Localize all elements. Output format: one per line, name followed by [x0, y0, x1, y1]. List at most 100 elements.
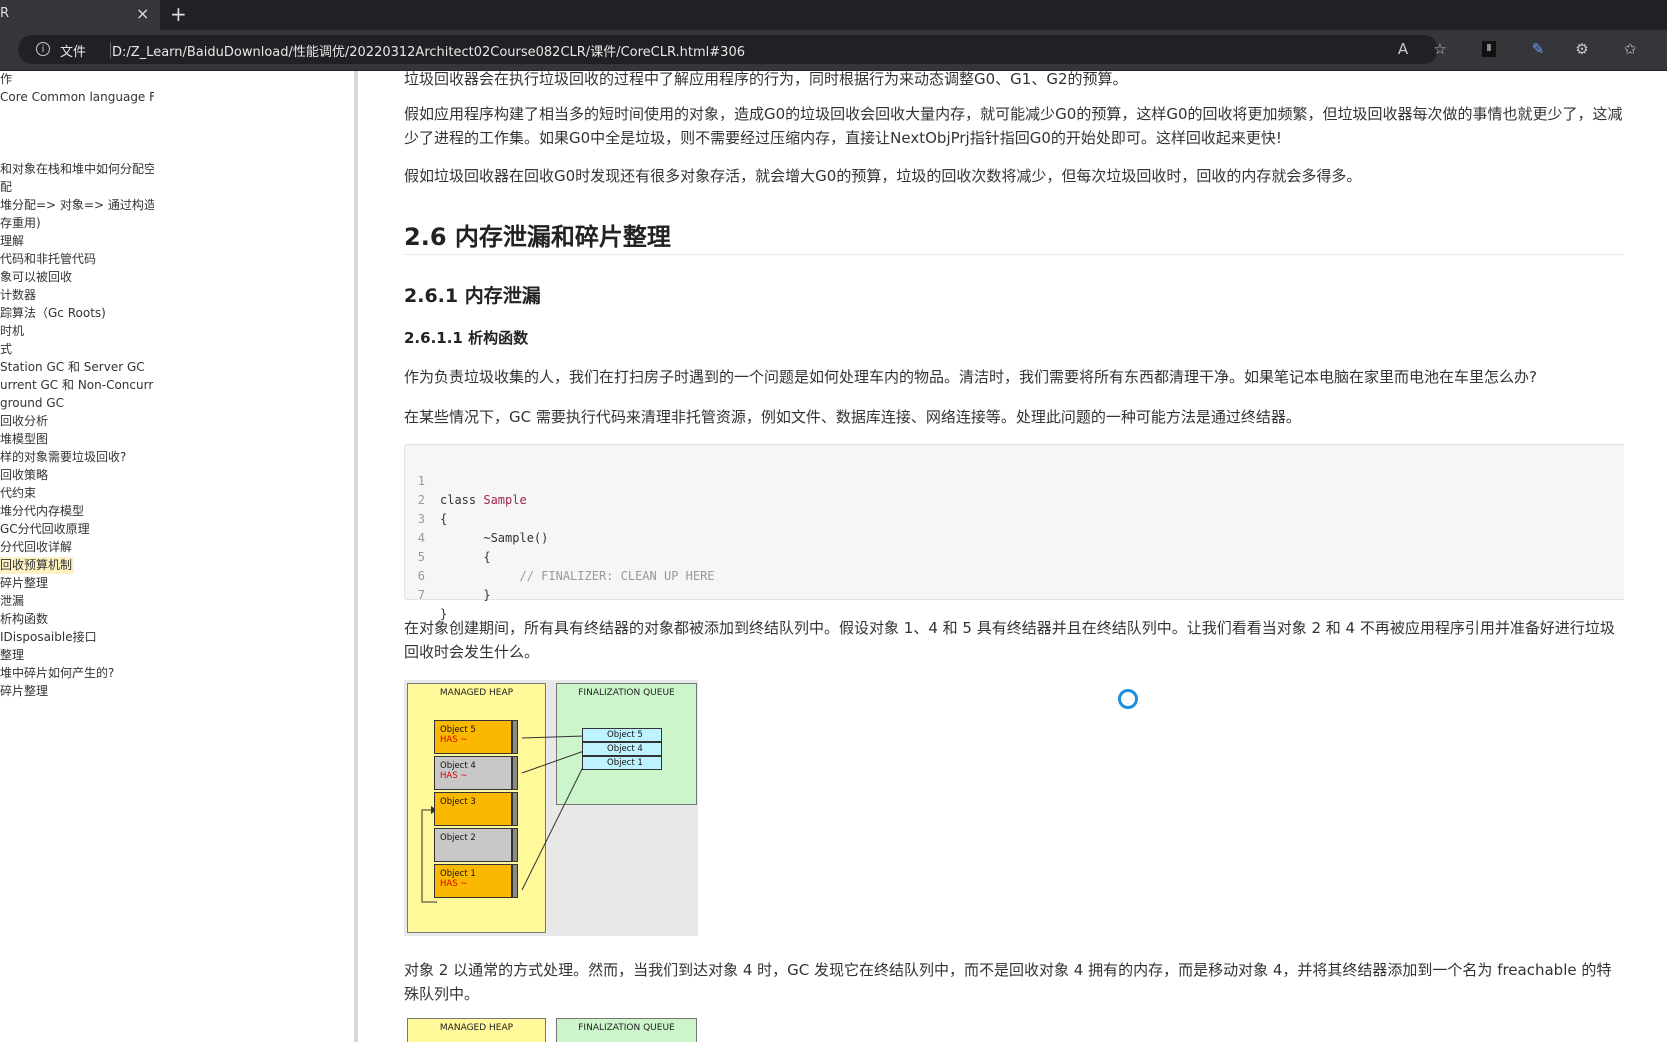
has-finalizer-label: HAS ~	[440, 771, 468, 781]
address-bar[interactable]: i 文件 D:/Z_Learn/BaiduDownload/性能调优/20220…	[18, 35, 1438, 64]
paragraph-g0-short-lived: 假如应用程序构建了相当多的短时间使用的对象，造成G0的垃圾回收会回收大量内存，就…	[404, 105, 1623, 147]
toc-item[interactable]: 作	[0, 71, 154, 88]
toc-item[interactable]: 回收预算机制	[0, 557, 74, 574]
browser-tab[interactable]: R ×	[0, 0, 160, 30]
heap-object: Object 1 HAS ~	[434, 864, 512, 898]
heap-object-side	[512, 828, 518, 862]
heap-object-side	[512, 792, 518, 826]
toc-item[interactable]: 堆中碎片如何产生的?	[0, 665, 154, 682]
code-line: 4 {	[405, 510, 491, 564]
line-number: 7	[417, 588, 425, 602]
toc-item[interactable]: 堆分配=> 对象=> 通过构造函	[0, 197, 154, 214]
extension-icon[interactable]: Ⅱ	[1482, 41, 1496, 57]
toc-item[interactable]	[0, 125, 154, 142]
heap-object-label: Object 5	[440, 725, 476, 735]
toc-item[interactable]: 分代回收详解	[0, 539, 154, 556]
toc-item[interactable]	[0, 107, 154, 124]
toc-item[interactable]: 存重用)	[0, 215, 154, 232]
connector-object1	[521, 764, 585, 891]
toc-item[interactable]: 样的对象需要垃圾回收?	[0, 449, 154, 466]
heap-object-side	[512, 864, 518, 898]
toc-item[interactable]: GC分代回收原理	[0, 521, 154, 538]
has-finalizer-label: HAS ~	[440, 735, 468, 745]
heap-object-label: Object 3	[440, 797, 476, 807]
pen-icon[interactable]: ✎	[1528, 40, 1548, 58]
heading-memory-leak-fragmentation: 2.6 内存泄漏和碎片整理	[404, 223, 671, 251]
tab-strip: R × +	[0, 0, 1667, 30]
heap-object-label: Object 4	[440, 761, 476, 771]
heap-object-side	[512, 756, 518, 790]
paragraph-budget: 垃圾回收器会在执行垃圾回收的过程中了解应用程序的行为，同时根据行为来动态调整G0…	[404, 71, 1128, 88]
queue-object: Object 5	[582, 728, 662, 742]
toc-item[interactable]: 堆分代内存模型	[0, 503, 154, 520]
code-block: 1 class Sample 2 { 3 ~Sample() 4 { 5 // …	[404, 444, 1624, 621]
heap-object: Object 5 HAS ~	[434, 720, 512, 754]
toc-item[interactable]: ground GC	[0, 395, 154, 412]
sidebar-divider[interactable]	[354, 71, 358, 1042]
address-separator	[110, 42, 111, 58]
finalization-queue-box: FINALIZATION QUEUE	[556, 1018, 697, 1042]
heading-memory-leak: 2.6.1 内存泄漏	[404, 285, 541, 307]
toc-item[interactable]: IDisposaible接口	[0, 629, 154, 646]
heading-destructor: 2.6.1.1 析构函数	[404, 329, 529, 347]
favorites-icon[interactable]: ✩	[1620, 40, 1640, 58]
toc-item[interactable]: 析构函数	[0, 611, 154, 628]
code-line: 6 }	[405, 548, 491, 602]
toc-item[interactable]: 理解	[0, 233, 154, 250]
new-tab-button[interactable]: +	[170, 2, 187, 26]
heading-rule	[404, 254, 1624, 255]
finalization-diagram: MANAGED HEAP FINALIZATION QUEUE Object 5…	[404, 680, 698, 936]
queue-object: Object 1	[582, 756, 662, 770]
toc-item[interactable]: 回收策略	[0, 467, 154, 484]
toc-item[interactable]: urrent GC 和 Non-Concurr	[0, 377, 154, 394]
toc-item[interactable]: Station GC 和 Server GC	[0, 359, 154, 376]
toc-item[interactable]: 碎片整理	[0, 575, 154, 592]
toc-item[interactable]: 代码和非托管代码	[0, 251, 154, 268]
toc-item[interactable]: 踪算法（Gc Roots)	[0, 305, 154, 322]
code-line: 1 class Sample	[405, 453, 527, 507]
toc-item[interactable]: 计数器	[0, 287, 154, 304]
toc-sidebar: ▸ 作Core Common language F和对象在栈和堆中如何分配空间配…	[0, 71, 154, 751]
loading-spinner-icon	[1118, 689, 1138, 709]
main-content: 垃圾回收器会在执行垃圾回收的过程中了解应用程序的行为，同时根据行为来动态调整G0…	[404, 71, 1624, 1042]
toc-item[interactable]: 式	[0, 341, 154, 358]
code-text: ~Sample()	[440, 531, 549, 545]
code-line: 3 ~Sample()	[405, 491, 549, 545]
toc-item[interactable]: 配	[0, 179, 154, 196]
toc-item[interactable]: 和对象在栈和堆中如何分配空间	[0, 161, 154, 178]
toc-item[interactable]: 象可以被回收	[0, 269, 154, 286]
toc-item[interactable]: 时机	[0, 323, 154, 340]
heap-object-label: Object 2	[440, 833, 476, 843]
address-scheme-label: 文件	[60, 45, 87, 60]
info-icon[interactable]: i	[36, 42, 50, 56]
heap-object-label: Object 1	[440, 869, 476, 879]
toc-item[interactable]: 碎片整理	[0, 683, 154, 700]
read-aloud-icon[interactable]: A	[1393, 40, 1413, 58]
paragraph-finalization-queue: 在对象创建期间，所有具有终结器的对象都被添加到终结队列中。假设对象 1、4 和 …	[404, 619, 1615, 661]
toc-item[interactable]: 代约束	[0, 485, 154, 502]
queue-object: Object 4	[582, 742, 662, 756]
toc-item[interactable]: 泄漏	[0, 593, 154, 610]
paragraph-g0-survivors: 假如垃圾回收器在回收G0时发现还有很多对象存活，就会增大G0的预算，垃圾的回收次…	[404, 167, 1362, 185]
paragraph-finalizer-intro: 在某些情况下，GC 需要执行代码来清理非托管资源，例如文件、数据库连接、网络连接…	[404, 408, 1301, 426]
code-comment: // FINALIZER: CLEAN UP HERE	[440, 569, 715, 583]
browser-toolbar: i 文件 D:/Z_Learn/BaiduDownload/性能调优/20220…	[0, 30, 1667, 71]
heap-object: Object 3	[434, 792, 512, 826]
code-line: 2 {	[405, 472, 448, 526]
connector-object4	[521, 750, 585, 774]
toc-item[interactable]	[0, 143, 154, 160]
toc-item[interactable]: 整理	[0, 647, 154, 664]
toc-item[interactable]: 堆模型图	[0, 431, 154, 448]
tab-close-icon[interactable]: ×	[136, 4, 149, 23]
puzzle-icon[interactable]: ⚙	[1572, 40, 1592, 58]
has-finalizer-label: HAS ~	[440, 879, 468, 889]
toc-item[interactable]: 回收分析	[0, 413, 154, 430]
freachable-diagram: MANAGED HEAP FINALIZATION QUEUE	[404, 1018, 698, 1042]
favorite-add-icon[interactable]: ☆	[1430, 40, 1450, 58]
toc-item[interactable]: Core Common language F	[0, 89, 154, 106]
code-class-name: Sample	[483, 493, 527, 507]
heap-object: Object 2	[434, 828, 512, 862]
code-line: 7 }	[405, 567, 448, 621]
url-text[interactable]: D:/Z_Learn/BaiduDownload/性能调优/20220312Ar…	[112, 41, 745, 60]
paragraph-freachable: 对象 2 以通常的方式处理。然而，当我们到达对象 4 时，GC 发现它在终结队列…	[404, 961, 1612, 1003]
